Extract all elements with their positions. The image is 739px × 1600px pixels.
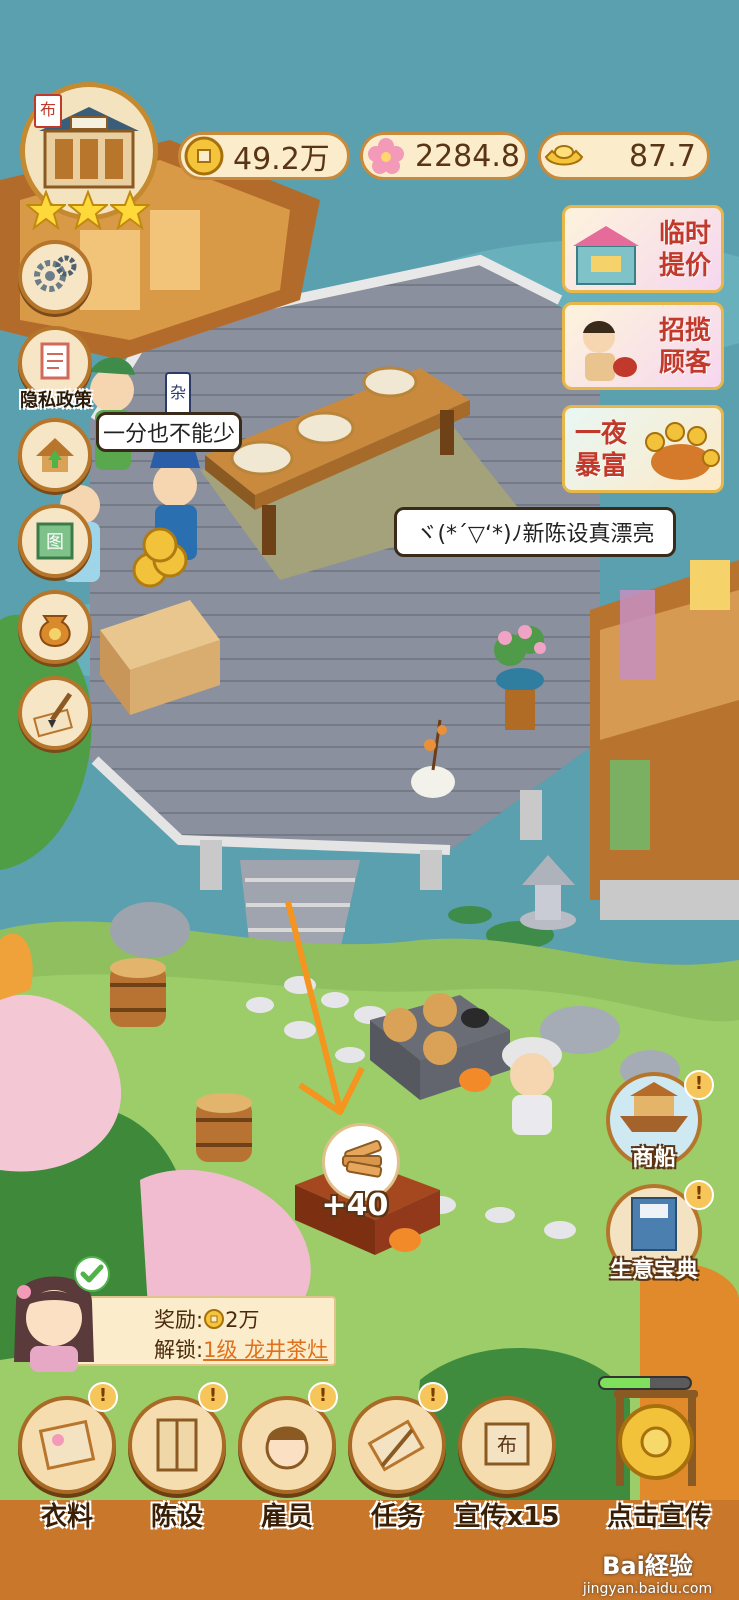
shop-banner-char: 杂 [169, 383, 186, 402]
watermark-url: jingyan.baidu.com [582, 1581, 713, 1597]
promo-temporary-price-raise-label: 临时 提价 [659, 218, 711, 282]
star-icon [110, 190, 150, 230]
privacy-policy-text: 隐私政策 [20, 390, 92, 411]
baidu-watermark: Bai経验 jingyan.baidu.com [560, 1546, 735, 1597]
shop-banner-flag: 杂 [165, 372, 191, 416]
promo-line: 顾客 [658, 348, 711, 378]
house-up-icon [36, 438, 74, 472]
map-button[interactable]: 图 [18, 504, 92, 578]
watermark-brand: Bai経验 [602, 1552, 693, 1580]
blossom-icon [368, 138, 404, 174]
shop-sign-flag: 布 [34, 94, 62, 128]
treasure-toad-icon [645, 422, 720, 480]
cabinet-icon [156, 1418, 198, 1472]
click-promote-text: 点击宣传 [606, 1502, 711, 1532]
promo-line: 临时 [658, 219, 711, 249]
scroll-brush-icon [367, 1419, 425, 1472]
picture-icon: 图 [36, 522, 74, 560]
shop-stall-icon [573, 226, 639, 285]
nav-promote-label[interactable]: 宣传x15 [447, 1496, 567, 1533]
employee-icon [265, 1426, 309, 1470]
blossoms-value: 2284.8 [415, 138, 520, 174]
promo-line: 招揽 [658, 316, 711, 346]
svg-text:布: 布 [497, 1433, 517, 1457]
nav-promote-button[interactable]: 布 [458, 1396, 556, 1494]
promo-temporary-price-raise[interactable]: 临时 提价 [562, 205, 724, 293]
quest-reward-value: 2万 [225, 1308, 260, 1332]
quest-complete-check-icon [74, 1256, 110, 1292]
drummer-icon [583, 321, 637, 381]
decorate-button[interactable] [18, 676, 92, 750]
brush-icon [33, 692, 73, 738]
gears-icon [34, 255, 77, 292]
nav-furnishing-text: 陈设 [150, 1502, 203, 1532]
banner-icon: 布 [484, 1422, 530, 1466]
quest-unlock-row: 解锁:1级 龙井茶灶 [154, 1334, 328, 1364]
gong-icon [614, 1390, 698, 1486]
promo-attract-customers[interactable]: 招揽 顾客 [562, 302, 724, 390]
nav-fabric-alert-icon: ! [88, 1382, 118, 1412]
promo-attract-customers-label: 招揽 顾客 [659, 315, 711, 379]
nav-employee-label[interactable]: 雇员 [227, 1496, 347, 1533]
ingots-value: 87.7 [629, 138, 696, 174]
promo-get-rich-overnight-label: 一夜 暴富 [575, 418, 627, 482]
coin-icon [184, 136, 224, 176]
money-bag-button[interactable] [18, 590, 92, 664]
click-promote-gong-button[interactable] [606, 1384, 706, 1492]
customer-compliment-bubble: ヾ(*´▽‘*)ﾉ新陈设真漂亮 [394, 507, 676, 557]
stove-gain-text: +40 [310, 1188, 400, 1223]
customer-speech-text: 一分也不能少 [102, 422, 235, 447]
customer-compliment-text: ヾ(*´▽‘*)ﾉ新陈设真漂亮 [415, 522, 655, 547]
nav-employee-text: 雇员 [260, 1502, 313, 1532]
nav-tasks-alert-icon: ! [418, 1382, 448, 1412]
click-promote-label[interactable]: 点击宣传 [594, 1496, 724, 1533]
business-guide-text: 生意宝典 [609, 1258, 698, 1283]
nav-furnishing-label[interactable]: 陈设 [117, 1496, 237, 1533]
settings-button[interactable] [18, 240, 92, 314]
nav-employee-alert-icon: ! [308, 1382, 338, 1412]
coin-icon [204, 1309, 225, 1329]
quest-reward-label: 奖励: [154, 1308, 204, 1332]
gold-ingot-icon [544, 145, 584, 166]
quest-unlock-label: 解锁: [154, 1338, 204, 1362]
svg-text:图: 图 [46, 532, 64, 553]
coins-value: 49.2万 [233, 142, 330, 177]
customer-speech-bubble: 一分也不能少 [96, 412, 242, 452]
nav-promote-text: 宣传x15 [454, 1502, 560, 1532]
blossoms-counter[interactable]: 2284.8 [360, 132, 528, 180]
business-guide-label[interactable]: 生意宝典 [594, 1252, 714, 1284]
privacy-policy-label[interactable]: 隐私政策 [6, 386, 106, 412]
promo-line: 提价 [658, 251, 711, 281]
fabric-scroll-icon [38, 1419, 96, 1471]
merchant-ship-text: 商船 [631, 1146, 676, 1171]
stove-gain-value: +40 [321, 1188, 389, 1223]
quest-unlock-link[interactable]: 1级 龙井茶灶 [203, 1338, 328, 1362]
nav-tasks-label[interactable]: 任务 [337, 1496, 457, 1533]
business-guide-alert-icon: ! [684, 1180, 714, 1210]
promo-get-rich-overnight[interactable]: 一夜 暴富 [562, 405, 724, 493]
nav-furnishing-alert-icon: ! [198, 1382, 228, 1412]
nav-fabric-text: 衣料 [40, 1502, 93, 1532]
firewood-icon [342, 1139, 383, 1178]
promo-line: 暴富 [575, 451, 628, 481]
nav-tasks-text: 任务 [370, 1502, 423, 1532]
merchant-ship-alert-icon: ! [684, 1070, 714, 1100]
quest-reward-row: 奖励: 2万 [154, 1304, 259, 1334]
star-icon [68, 190, 108, 230]
promo-line: 一夜 [575, 419, 628, 449]
merchant-ship-label[interactable]: 商船 [598, 1140, 710, 1172]
shop-sign-char: 布 [39, 100, 56, 119]
coins-counter[interactable]: 49.2万 [178, 132, 350, 180]
nav-fabric-label[interactable]: 衣料 [7, 1496, 127, 1533]
upgrade-button[interactable] [18, 418, 92, 492]
money-bag-icon [39, 615, 71, 648]
shop-stars [24, 190, 152, 230]
ingots-counter[interactable]: 87.7 [538, 132, 710, 180]
star-icon [26, 190, 66, 230]
